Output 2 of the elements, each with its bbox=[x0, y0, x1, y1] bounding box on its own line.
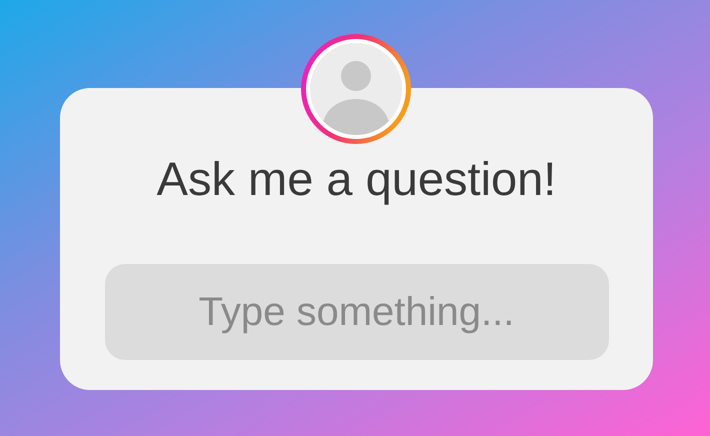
answer-field[interactable]: Type something... bbox=[104, 264, 608, 360]
sticker-title: Ask me a question! bbox=[156, 151, 556, 207]
